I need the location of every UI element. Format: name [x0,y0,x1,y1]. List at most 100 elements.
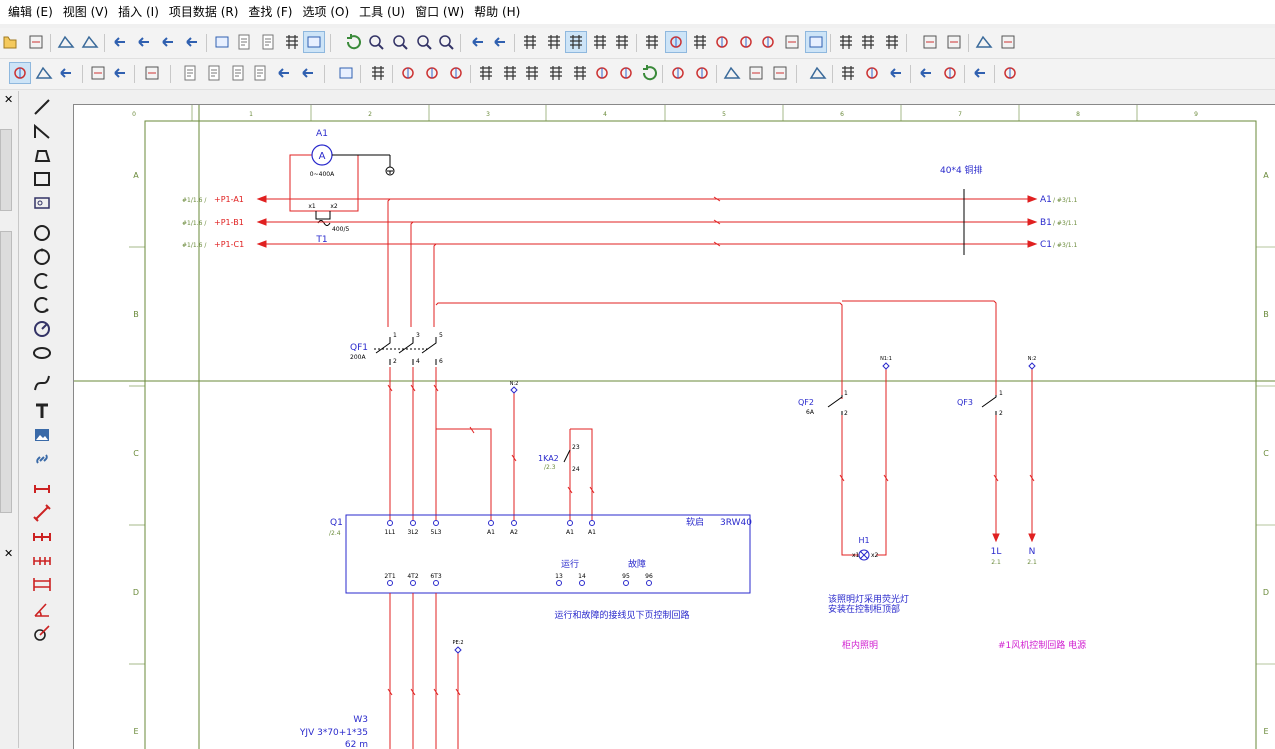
plc-6-button[interactable] [592,63,612,83]
schematic-sheet[interactable]: 0123456789 AABBCCDDEE A1 A 0~400A x1 x2 [73,104,1275,749]
panel-scrollbar[interactable] [0,129,12,211]
breaker-qf1[interactable]: QF1 200A 1 3 5 2 4 6 [350,332,443,365]
new-page-button[interactable] [204,63,224,83]
shield-button[interactable] [1000,63,1020,83]
undo-button[interactable] [110,32,130,52]
softstarter-aux-terminal[interactable] [646,580,652,586]
softstarter-q1[interactable]: Q1 /2.4 软启 3RW40 1L1 3L2 5L3 A1 A2 A1 A1 2T1 4T… [329,514,752,621]
polygon-tool-button[interactable] [30,145,54,165]
polyline-tool-button[interactable] [30,121,54,141]
conn-2-button[interactable] [692,63,712,83]
dimension-radius-tool-button[interactable] [30,623,54,643]
zoom-in-button[interactable] [390,32,410,52]
line-tool-button[interactable] [30,97,54,117]
grid-c-button[interactable] [565,31,587,53]
interrupt-1-button[interactable] [916,63,936,83]
grid-e-button[interactable] [612,32,632,52]
page-back-button[interactable] [274,63,294,83]
layer-button[interactable] [805,31,827,53]
menu-edit[interactable]: 编辑 (E) [0,1,58,23]
hatch-3-button[interactable] [770,63,790,83]
cart-button[interactable] [974,32,994,52]
circle-tool-button[interactable] [30,223,54,243]
softstarter-output-terminal[interactable] [433,580,439,586]
delete-button[interactable] [26,32,46,52]
grid-a-button[interactable] [520,32,540,52]
dimension-chain-2-tool-button[interactable] [30,551,54,571]
mark-button[interactable] [88,63,108,83]
undo-list-button[interactable] [134,32,154,52]
table-button[interactable] [282,32,302,52]
softstarter-input-terminal[interactable] [567,520,573,526]
hatch-1-button[interactable] [722,63,742,83]
hatch-2-button[interactable] [746,63,766,83]
copy-page-button[interactable] [180,63,200,83]
busbar-button[interactable] [808,63,828,83]
circle-3pt-tool-button[interactable] [30,247,54,267]
lamp-h1[interactable]: H1 x1 x2 [852,536,879,561]
crosshair-button[interactable] [690,32,710,52]
relay-1ka2[interactable]: 1KA2 /2.3 23 24 [538,444,580,473]
sector-tool-button[interactable] [30,319,54,339]
menu-project_data[interactable]: 项目数据 (R) [164,1,244,23]
arrow-export-button[interactable] [56,63,76,83]
softstarter-output-terminal[interactable] [410,580,416,586]
conn-1-button[interactable] [668,63,688,83]
zoom-100-button[interactable] [436,32,456,52]
potential-2-button[interactable] [862,63,882,83]
redo-button[interactable] [158,32,178,52]
menu-tools[interactable]: 工具 (U) [354,1,410,23]
select-area-button[interactable] [944,32,964,52]
softstarter-input-terminal[interactable] [589,520,595,526]
grid-b-button[interactable] [544,32,564,52]
softstarter-input-terminal[interactable] [511,520,517,526]
panel-close-icon[interactable]: ✕ [4,93,13,106]
plc-2-button[interactable] [500,63,520,83]
gear-button[interactable] [34,63,54,83]
menu-insert[interactable]: 插入 (I) [113,1,164,23]
dimension-base-tool-button[interactable] [30,575,54,595]
dimension-angle-tool-button[interactable] [30,599,54,619]
grid-d-button[interactable] [590,32,610,52]
page-config-button[interactable] [250,63,270,83]
image-tool-button[interactable] [30,425,54,445]
refresh-button[interactable] [344,32,364,52]
softstarter-output-terminal[interactable] [387,580,393,586]
text-cursor-button[interactable] [998,32,1018,52]
cross-ref-button[interactable] [758,32,778,52]
potential-3-button[interactable] [886,63,906,83]
text-tool-button[interactable] [30,401,54,421]
forward-button[interactable] [490,32,510,52]
wire-style-3-button[interactable] [882,32,902,52]
magnet-auto-button[interactable] [736,32,756,52]
connect-button[interactable] [920,32,940,52]
softstarter-aux-terminal[interactable] [579,580,585,586]
softstarter-aux-terminal[interactable] [556,580,562,586]
plc-5-button[interactable] [570,63,590,83]
print-preview-button[interactable] [234,32,254,52]
arc-tool-button[interactable] [30,271,54,291]
menu-window[interactable]: 窗口 (W) [410,1,469,23]
drawing-canvas[interactable]: 0123456789 AABBCCDDEE A1 A 0~400A x1 x2 [62,91,1275,749]
window-button[interactable] [303,31,325,53]
send-button[interactable] [110,63,130,83]
plc-4-button[interactable] [546,63,566,83]
spline-tool-button[interactable] [30,373,54,393]
cable-w3[interactable]: W3 YJV 3*70+1*35 62 m [299,715,368,749]
snap-button[interactable] [665,31,687,53]
breaker-qf2[interactable]: QF2 6A 1 2 [798,390,848,417]
dimension-tool-button[interactable] [30,479,54,499]
wire-style-button[interactable] [836,32,856,52]
page-next-button[interactable] [298,63,318,83]
menu-view[interactable]: 视图 (V) [58,1,113,23]
rect-hatch-tool-button[interactable] [30,193,54,213]
device-list-button[interactable] [368,63,388,83]
terminal-button[interactable] [782,32,802,52]
softstarter-input-terminal[interactable] [488,520,494,526]
menu-options[interactable]: 选项 (O) [298,1,355,23]
softstarter-aux-terminal[interactable] [623,580,629,586]
rectangle-tool-button[interactable] [30,169,54,189]
device-button[interactable] [336,63,356,83]
menu-find[interactable]: 查找 (F) [243,1,297,23]
zoom-window-button[interactable] [366,32,386,52]
